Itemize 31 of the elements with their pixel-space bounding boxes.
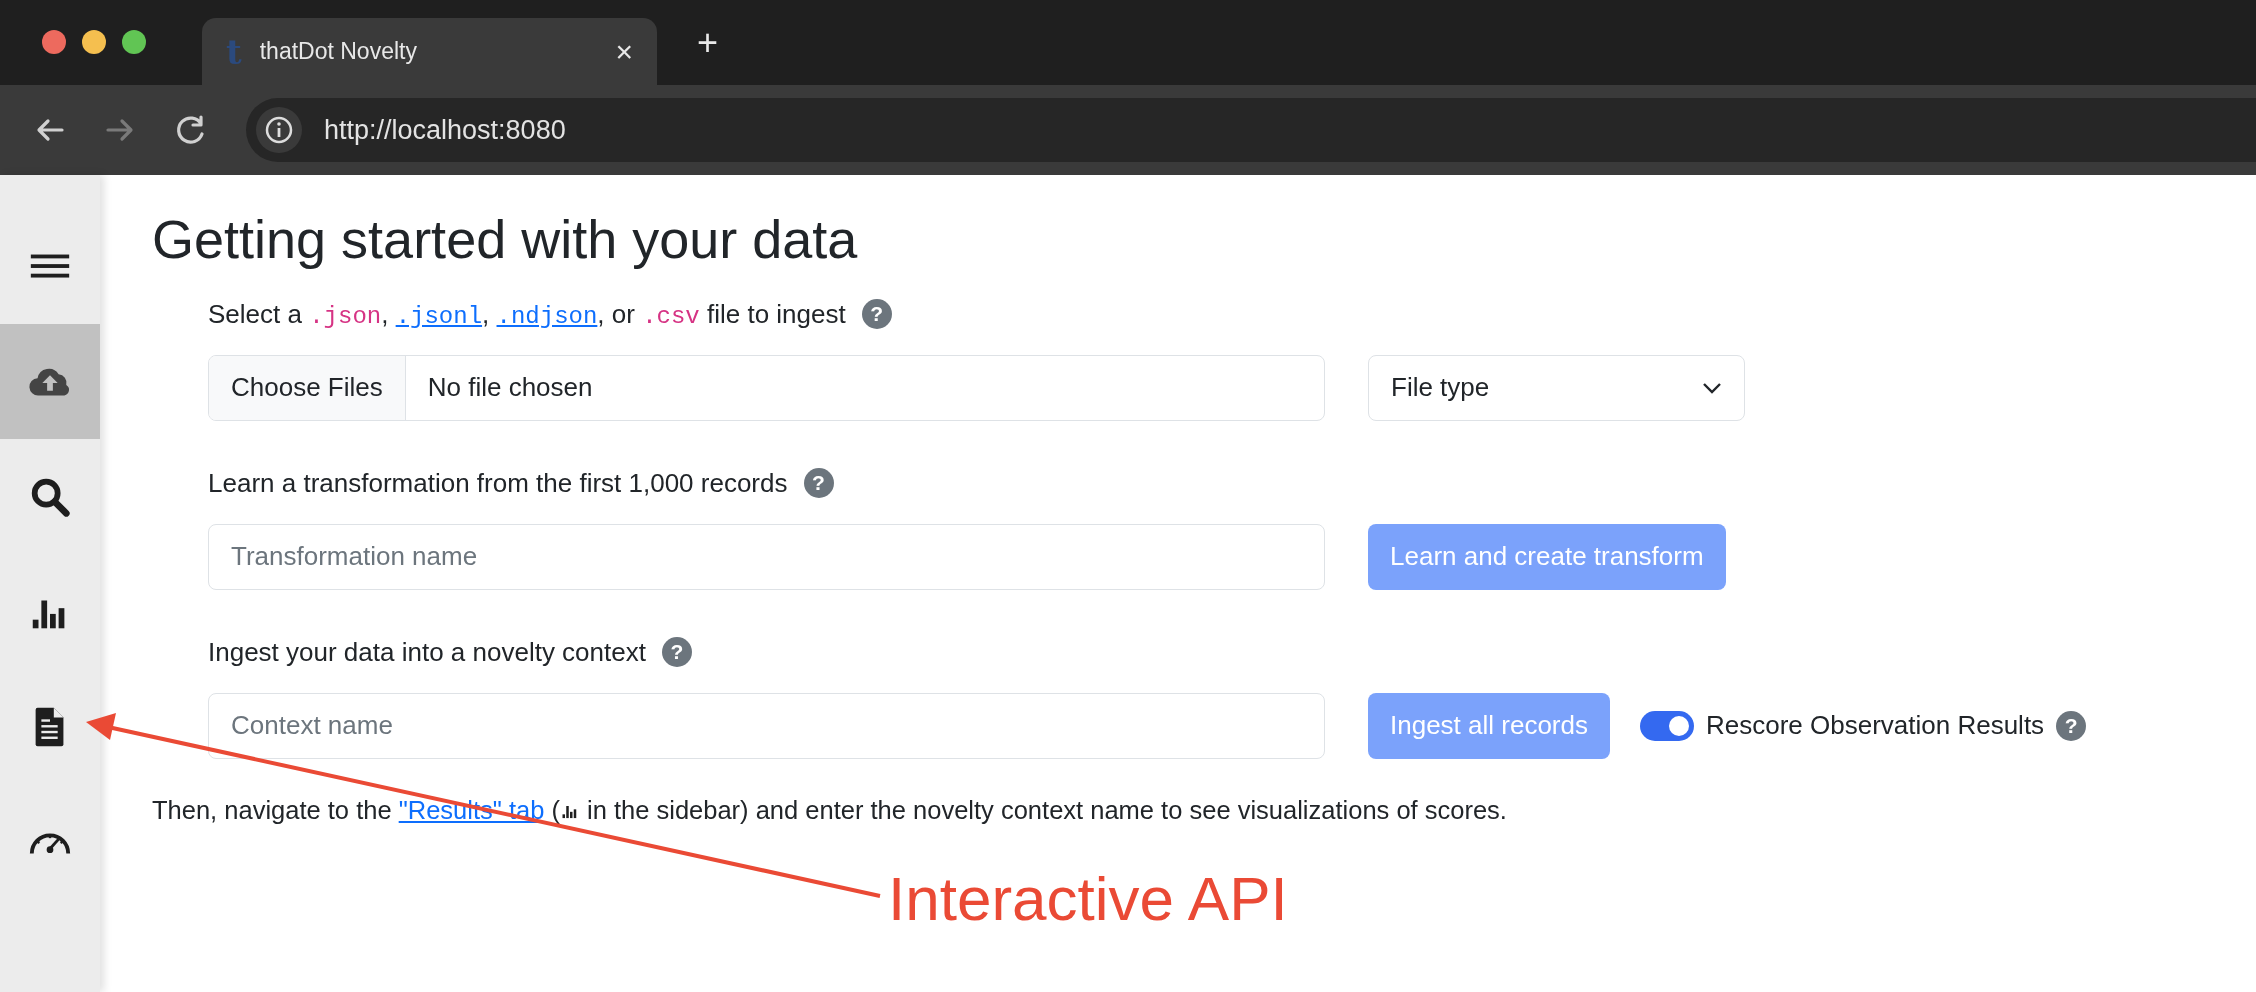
file-status-text: No file chosen	[426, 371, 593, 405]
chevron-down-icon	[1702, 380, 1722, 395]
new-tab-button[interactable]: +	[697, 24, 719, 61]
page-title: Getting started with your data	[152, 208, 859, 271]
help-icon[interactable]: ?	[661, 637, 692, 668]
toggle-label: Rescore Observation Results	[1706, 710, 2045, 742]
text-input[interactable]: Context name	[208, 692, 1325, 759]
browser-tab[interactable]: t thatDot Novelty ×	[202, 18, 657, 85]
window-control[interactable]	[82, 29, 106, 54]
file-extension-link[interactable]: .ndjson	[496, 302, 598, 330]
info-icon[interactable]	[264, 115, 294, 145]
url-text: http://localhost:8080	[324, 114, 566, 146]
tab-title: thatDot Novelty	[259, 38, 418, 65]
window-control[interactable]	[122, 29, 146, 54]
step-label: Learn a transformation from the first 1,000 records	[208, 467, 788, 499]
step-label: Ingest your data into a novelty context	[208, 636, 646, 668]
close-tab-button[interactable]: ×	[615, 36, 633, 67]
address-bar[interactable]: http://localhost:8080	[246, 98, 2256, 162]
window-control[interactable]	[42, 29, 66, 54]
help-icon[interactable]: ?	[2056, 710, 2087, 741]
file-extension-link[interactable]: .jsonl	[395, 302, 483, 330]
help-icon[interactable]: ?	[861, 299, 892, 330]
toggle-switch[interactable]	[1640, 710, 1694, 741]
text-input[interactable]: Transformation name	[208, 523, 1325, 590]
step-label: Select a .json, .jsonl, .ndjson, or .csv file to ingest	[208, 298, 846, 330]
file-type-dropdown[interactable]: File type	[1368, 354, 1745, 421]
file-input[interactable]: Choose Files No file chosen	[208, 354, 1325, 421]
favicon: t	[226, 34, 242, 69]
help-icon[interactable]: ?	[803, 468, 834, 499]
choose-files-button[interactable]: Choose Files	[209, 355, 406, 420]
annotation-label: Interactive API	[888, 863, 1288, 935]
